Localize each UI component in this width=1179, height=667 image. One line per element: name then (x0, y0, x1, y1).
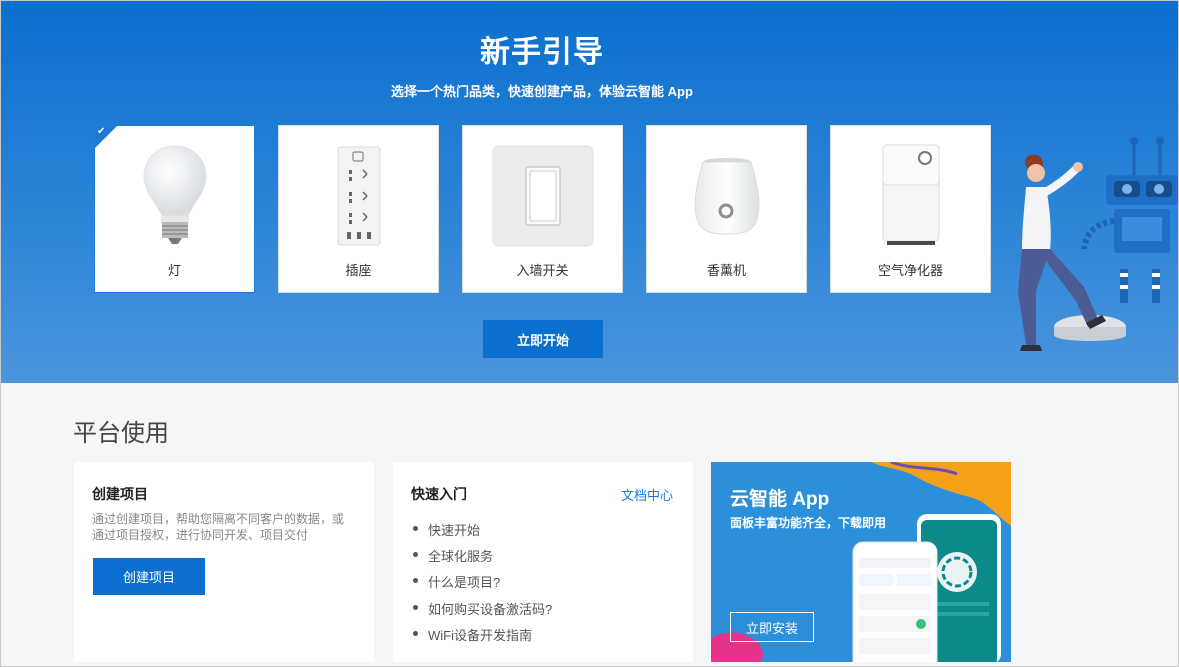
platform-section-title: 平台使用 (73, 420, 169, 447)
create-project-description: 通过创建项目，帮助您隔离不同客户的数据，或通过项目授权，进行协同开发、项目交付 (92, 512, 345, 542)
doc-center-link[interactable]: 文档中心 (621, 485, 673, 504)
checkmark-icon: ✔ (97, 126, 106, 137)
socket-icon (337, 146, 380, 246)
quick-start-link[interactable]: 如何购买设备激活码? (411, 599, 552, 625)
create-project-button[interactable]: 创建项目 (93, 558, 205, 595)
category-card-socket[interactable]: 插座 (278, 125, 439, 293)
person-robot-illustration (1018, 137, 1178, 351)
app-promo-subtitle: 面板丰富功能齐全，下载即用 (730, 516, 887, 530)
bulb-icon (142, 145, 207, 244)
wall-switch-icon (492, 145, 593, 247)
quick-start-link[interactable]: 什么是项目? (411, 572, 552, 598)
quick-start-list: 快速开始 全球化服务 什么是项目? 如何购买设备激活码? WiFi设备开发指南 (411, 520, 552, 651)
create-project-title: 创建项目 (92, 486, 148, 502)
quick-start-title: 快速入门 (411, 486, 467, 502)
quick-start-link[interactable]: 全球化服务 (411, 546, 552, 572)
category-label: 灯 (167, 263, 181, 278)
aroma-diffuser-icon (694, 158, 759, 235)
category-cards: ✔ 灯 插座 入墙开关 香薰机 空气净化器 (94, 125, 991, 293)
create-project-panel: 创建项目 通过创建项目，帮助您隔离不同客户的数据，或通过项目授权，进行协同开发、… (74, 462, 374, 662)
category-label: 入墙开关 (516, 263, 569, 278)
hero-title: 新手引导 (480, 36, 604, 69)
quick-start-link[interactable]: 快速开始 (411, 520, 552, 546)
category-card-air-purifier[interactable]: 空气净化器 (830, 125, 991, 293)
install-app-button[interactable]: 立即安装 (730, 612, 814, 642)
category-card-aroma-diffuser[interactable]: 香薰机 (646, 125, 807, 293)
air-purifier-icon (882, 144, 939, 245)
app-promo-title: 云智能 App (730, 489, 830, 510)
category-label: 空气净化器 (877, 263, 943, 278)
onboarding-hero: 新手引导 选择一个热门品类，快速创建产品，体验云智能 App ✔ 灯 插座 入墙… (1, 1, 1178, 383)
start-now-button[interactable]: 立即开始 (483, 320, 603, 358)
category-label: 香薰机 (706, 263, 746, 278)
app-promo-panel: 云智能 App 面板丰富功能齐全，下载即用 立即安装 (711, 462, 1011, 662)
hero-subtitle: 选择一个热门品类，快速创建产品，体验云智能 App (391, 84, 693, 99)
quick-start-link[interactable]: WiFi设备开发指南 (411, 625, 552, 651)
category-label: 插座 (345, 263, 372, 278)
category-card-light[interactable]: ✔ 灯 (94, 125, 255, 293)
category-card-wall-switch[interactable]: 入墙开关 (462, 125, 623, 293)
quick-start-panel: 快速入门 文档中心 快速开始 全球化服务 什么是项目? 如何购买设备激活码? W… (393, 462, 693, 662)
